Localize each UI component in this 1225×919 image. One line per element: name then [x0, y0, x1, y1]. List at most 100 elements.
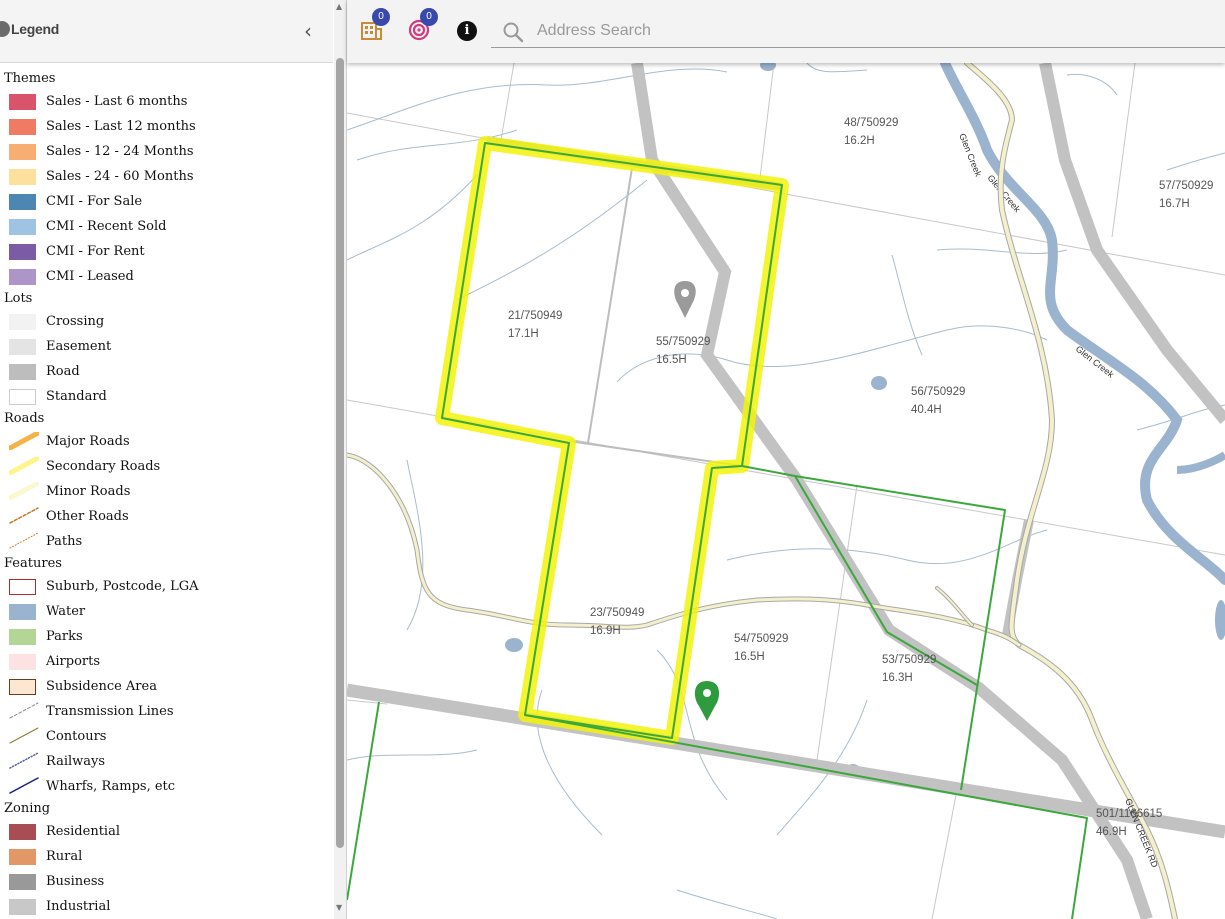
green-pin-dot: [703, 689, 711, 697]
legend-item-sales-last-12-months: Sales - Last 12 months: [0, 114, 333, 139]
dam-water: [505, 638, 523, 652]
legend-swatch: [7, 455, 41, 476]
buildings-button[interactable]: 0: [359, 8, 390, 43]
lot-boundary: [347, 701, 380, 901]
legend-swatch: [9, 339, 36, 355]
target-button[interactable]: 0: [407, 8, 438, 43]
legend-item-label: Standard: [46, 389, 107, 404]
lot-label-area: 16.7H: [1159, 198, 1190, 210]
legend-item-label: Sales - Last 6 months: [46, 94, 188, 109]
map-pin-icon[interactable]: [674, 281, 696, 318]
legend-swatch: [9, 144, 36, 160]
legend-item-contours: Contours: [0, 724, 333, 749]
scroll-down-arrow-icon[interactable]: ▼: [336, 903, 342, 912]
dam-water: [1215, 600, 1225, 640]
legend-item-label: Easement: [46, 339, 112, 354]
legend-item-standard: Standard: [0, 384, 333, 409]
lot-label-id: 23/750949: [590, 607, 644, 619]
search-icon: [503, 22, 524, 43]
legend-item-label: Subsidence Area: [46, 679, 157, 694]
legend-item-rural: Rural: [0, 844, 333, 869]
cadastre-line: [1111, 62, 1136, 238]
legend-item-residential: Residential: [0, 819, 333, 844]
lot-label-id: 56/750929: [911, 386, 965, 398]
legend-swatch: [9, 244, 36, 260]
road-reserve: [1039, 61, 1225, 424]
lot-label-id: 53/750929: [882, 654, 936, 666]
legend-item-suburb-postcode-lga: Suburb, Postcode, LGA: [0, 574, 333, 599]
location-pin-icon[interactable]: [694, 681, 720, 721]
legend-item-label: CMI - For Rent: [46, 244, 145, 259]
contour-line: [347, 174, 478, 261]
contour-line: [806, 62, 868, 73]
legend-item-business: Business: [0, 869, 333, 894]
legend-swatch: [9, 364, 36, 380]
legend-item-paths: Paths: [0, 529, 333, 554]
map-svg[interactable]: Glen Creek Glen Creek Glen Creek GLEN CR…: [347, 0, 1225, 919]
legend-item-wharfs-ramps-etc: Wharfs, Ramps, etc: [0, 774, 333, 799]
lot-label-area: 16.3H: [882, 672, 913, 684]
green-pin-body: [694, 681, 720, 721]
creek-channel: [940, 58, 1225, 585]
lot-label-id: 57/750929: [1159, 180, 1213, 192]
legend-item-label: Parks: [46, 629, 83, 644]
info-icon[interactable]: i: [457, 21, 477, 41]
legend-item-cmi-recent-sold: CMI - Recent Sold: [0, 214, 333, 239]
legend-swatch: [7, 480, 41, 501]
lot-label-area: 17.1H: [508, 328, 539, 340]
selected-property-highlight: [435, 136, 789, 745]
legend-item-label: Industrial: [46, 899, 111, 914]
contour-line: [891, 254, 923, 356]
legend-swatch: [9, 899, 36, 915]
lot-label-area: 16.2H: [844, 135, 875, 147]
scroll-up-arrow-icon[interactable]: ▲: [336, 2, 342, 11]
chevron-left-icon[interactable]: ‹: [296, 18, 320, 44]
cadastre-line: [931, 789, 958, 919]
lot-label-id: 48/750929: [844, 117, 898, 129]
legend-scrollbar[interactable]: ▲ ▼: [334, 0, 346, 919]
legend-item-label: Major Roads: [46, 434, 130, 449]
legend-list: Themes Sales - Last 6 months Sales - Last …: [0, 69, 333, 919]
dam-water: [871, 376, 887, 390]
legend-swatch: [9, 752, 39, 769]
legend-item-label: Minor Roads: [46, 484, 131, 499]
contour-line: [456, 179, 648, 301]
legend-item-easement: Easement: [0, 334, 333, 359]
legend-item-industrial: Industrial: [0, 894, 333, 919]
legend-scrollbar-thumb[interactable]: [336, 58, 344, 848]
legend-item-cmi-leased: CMI - Leased: [0, 264, 333, 289]
legend-item-label: Sales - Last 12 months: [46, 119, 196, 134]
legend-item-label: Transmission Lines: [46, 704, 174, 719]
legend-swatch: [9, 604, 36, 620]
legend-swatch: [9, 679, 36, 695]
lot-label-area: 16.5H: [656, 354, 687, 366]
legend-swatch: [9, 629, 36, 645]
search-input[interactable]: [537, 18, 1137, 44]
creek-channel: [1176, 451, 1225, 474]
legend-swatch: [9, 94, 36, 110]
legend-item-label: Rural: [46, 849, 83, 864]
legend-item-label: Crossing: [46, 314, 105, 329]
map-canvas[interactable]: Glen Creek Glen Creek Glen Creek GLEN CR…: [347, 0, 1225, 919]
legend-header: Legend ‹: [0, 0, 333, 63]
contour-line: [676, 889, 778, 919]
legend-swatch: [9, 727, 39, 744]
legend-swatch: [9, 532, 39, 549]
buildings-count-badge: 0: [372, 8, 390, 26]
legend-item-other-roads: Other Roads: [0, 504, 333, 529]
cadastre-line: [759, 62, 775, 179]
legend-item-label: Water: [46, 604, 86, 619]
legend-item-secondary-roads: Secondary Roads: [0, 454, 333, 479]
lot-label-area: 16.5H: [734, 651, 765, 663]
legend-swatch: [9, 579, 36, 595]
contour-line: [347, 749, 478, 761]
legend-swatch: [9, 219, 36, 235]
grey-pin-dot: [681, 289, 689, 297]
lot-label-id: 501/1166615: [1096, 808, 1162, 820]
address-search[interactable]: [491, 14, 1225, 48]
legend-item-cmi-for-rent: CMI - For Rent: [0, 239, 333, 264]
legend-title: Legend: [11, 21, 59, 37]
legend-item-subsidence-area: Subsidence Area: [0, 674, 333, 699]
legend-item-sales-24-60-months: Sales - 24 - 60 Months: [0, 164, 333, 189]
legend-item-label: Other Roads: [46, 509, 129, 524]
